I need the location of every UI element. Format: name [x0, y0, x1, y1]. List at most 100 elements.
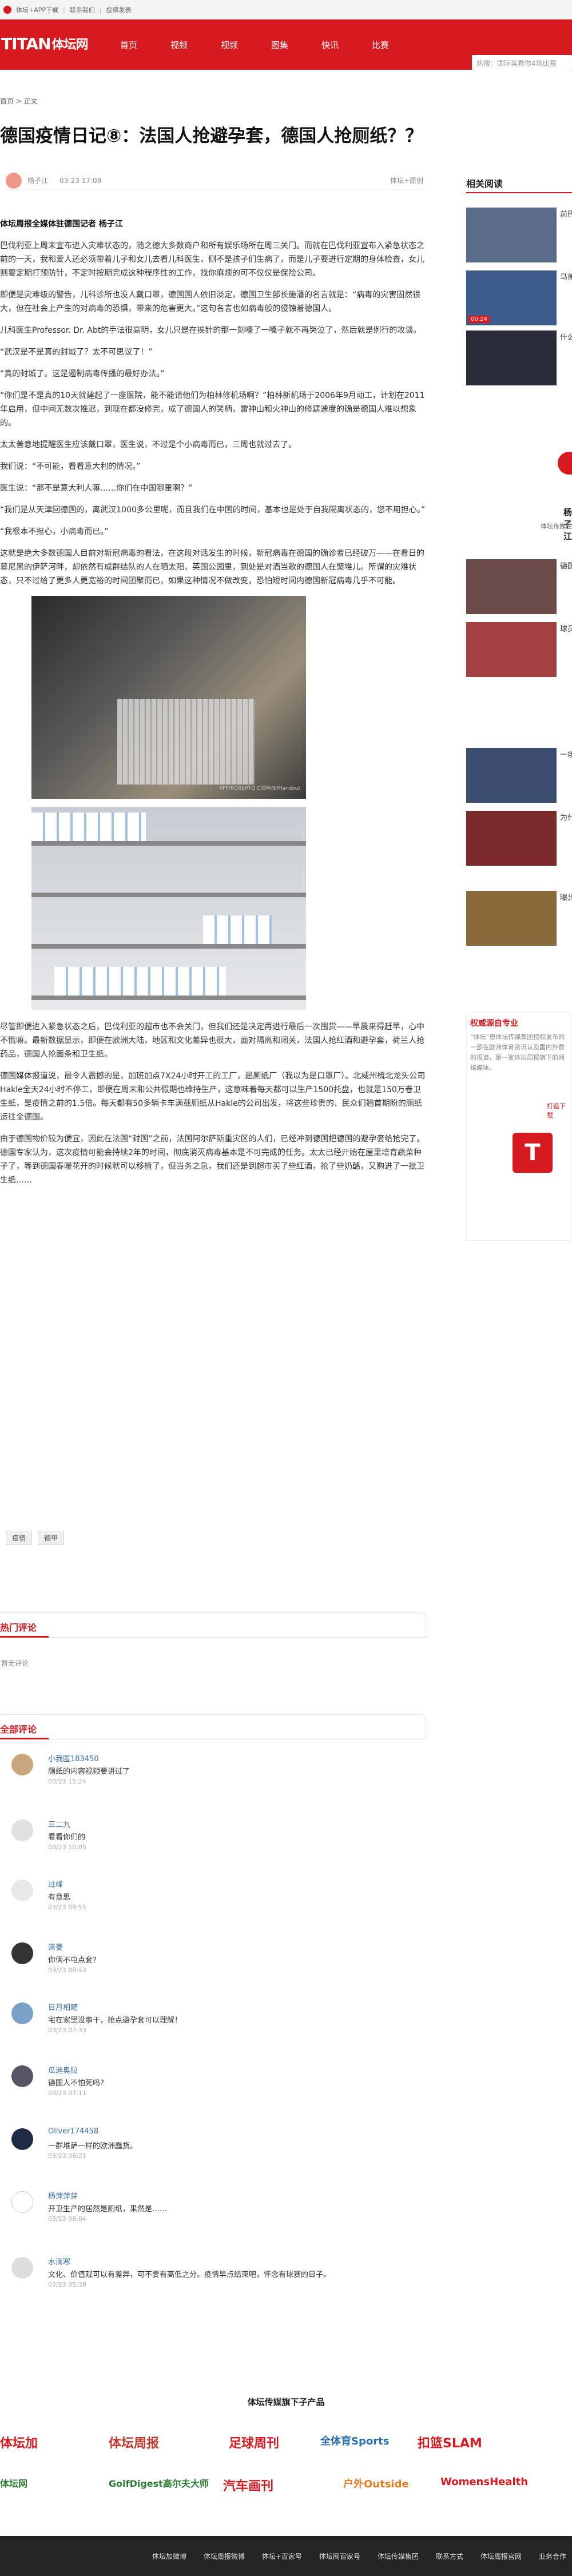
related-title: 相关阅读 — [466, 176, 572, 193]
nav-item-video2[interactable]: 视频 — [221, 39, 271, 51]
product-logo[interactable]: 足球周刊 — [229, 2433, 279, 2458]
footer-link[interactable]: 体坛+百家号 — [262, 2551, 302, 2561]
article-meta: 杨子江 03-23 17:08 体坛+原创 — [6, 172, 423, 190]
comment-user[interactable]: 小我匿183450 — [48, 1753, 99, 1763]
comment-text: 开卫生产的居然是厕纸，果然是…… — [48, 2205, 168, 2213]
comment-text: 一群堆萨一样的欧洲蠢货。 — [48, 2142, 138, 2151]
article-body: 体坛周报全媒体驻德国记者 杨子江 巴伐利亚上周末宣布进入灾难状态的，随之德大多数… — [0, 217, 426, 1195]
breadcrumb: 首页 > 正文 — [0, 97, 38, 105]
app-logo-icon — [3, 6, 11, 14]
related-item[interactable]: 曝光 — [466, 891, 572, 946]
comment-item: 清菱 你俩不屯点套？ 03/23 08:43 — [11, 1941, 423, 1977]
related-reading: 相关阅读 前巴萨 00:24马德里 什么 德国 球员 一场 为什么 曝光 — [466, 176, 572, 946]
comment-user[interactable]: 杨萍萍芽 — [48, 2190, 78, 2201]
comment-text: 宅在家里没事干，抢点避孕套可以理解！ — [48, 2016, 182, 2025]
comment-user[interactable]: 过峰 — [48, 1878, 63, 1889]
all-comments-header: 全部评论 — [0, 1714, 426, 1739]
avatar[interactable] — [11, 1754, 33, 1775]
footer-link[interactable]: 业务合作 — [539, 2551, 566, 2561]
product-logo[interactable]: 户外Outside — [343, 2476, 409, 2501]
tag-bundesliga[interactable]: 德甲 — [38, 1531, 65, 1545]
empty-shelf-photo — [31, 807, 306, 1010]
avatar[interactable] — [11, 2065, 33, 2087]
no-comments-text: 暂无评论 — [1, 1659, 29, 1667]
paragraph: 巴伐利亚上周末宣布进入灾难状态的，随之德大多数商户和所有娱乐场所在周三关门。而就… — [0, 241, 424, 278]
comment-item: 杨萍萍芽 开卫生产的居然是厕纸，果然是…… 03/23 06:04 — [11, 2190, 423, 2225]
video-duration: 00:24 — [468, 316, 490, 323]
comment-date: 03/23 07:33 — [48, 2026, 86, 2034]
main-nav: TITAN 体坛网 首页 视频 视频 图集 快讯 比赛 热搜：国际美看你4场比赛 — [0, 19, 572, 70]
related-item[interactable]: 德国 — [466, 559, 572, 614]
related-item[interactable]: 为什么 — [466, 811, 572, 866]
product-logo[interactable]: 体坛加 — [0, 2433, 38, 2458]
avatar[interactable] — [11, 1819, 33, 1841]
avatar[interactable] — [11, 1880, 33, 1901]
related-item[interactable]: 什么 — [466, 331, 572, 385]
comment-user[interactable]: 清菱 — [48, 1941, 63, 1952]
product-logo[interactable]: 体坛网 — [0, 2476, 27, 2501]
comment-user[interactable]: Oliver174458 — [48, 2127, 98, 2136]
comment-date: 03/23 10:05 — [48, 1844, 86, 1851]
comment-user[interactable]: 瓜迪奥拉 — [48, 2064, 78, 2075]
paragraph: “你们是不是真的10天就建起了一座医院，能不能请他们为柏林修机场啊？”柏林新机场… — [0, 391, 425, 428]
avatar[interactable] — [11, 2002, 33, 2024]
footer: 体坛加微博 体坛周报微博 体坛+百家号 体坛网百家号 体坛传媒集团 联系方式 体… — [0, 2536, 572, 2576]
nav-item-video[interactable]: 视频 — [170, 39, 221, 51]
product-logo[interactable]: GolfDigest高尔夫大师 — [109, 2476, 209, 2501]
comment-user[interactable]: 日月相随 — [48, 2001, 78, 2012]
author-name[interactable]: 杨子江 — [27, 176, 48, 185]
product-logo[interactable]: 汽车画刊 — [223, 2476, 273, 2501]
footer-link[interactable]: 体坛加微博 — [152, 2551, 186, 2561]
footer-link[interactable]: 体坛周报微博 — [204, 2551, 245, 2561]
comment-date: 03/23 09:55 — [48, 1904, 86, 1911]
site-logo[interactable]: TITAN 体坛网 — [1, 32, 89, 55]
comment-user[interactable]: 水滴寒 — [48, 2256, 70, 2267]
comment-text: 看看你们的 — [48, 1833, 86, 1842]
avatar[interactable] — [11, 2128, 33, 2150]
comment-text: 厕纸的内容视频要讲过了 — [48, 1767, 130, 1776]
copyright-desc: “体坛”曾体坛传媒集团授权发布的一部在欧洲体育资讯认及国内外数的报道，是一家体坛… — [470, 1033, 565, 1072]
related-item[interactable]: 00:24马德里 — [466, 270, 572, 325]
product-logo[interactable]: 全体育Sports — [320, 2433, 389, 2458]
footer-link[interactable]: 联系方式 — [436, 2551, 463, 2561]
comment-item: 水滴寒文化、价值观可以有差异，可不要有高低之分。疫情早点结束吧，怀念有球赛的日子… — [11, 2256, 423, 2291]
author-card-avatar[interactable] — [558, 452, 572, 475]
nav-item-gallery[interactable]: 图集 — [271, 39, 321, 51]
nav-item-match[interactable]: 比赛 — [372, 39, 422, 51]
product-logo[interactable]: WomensHealth — [440, 2476, 528, 2501]
avatar[interactable] — [11, 2257, 33, 2279]
comment-user[interactable]: 三二九 — [48, 1818, 70, 1829]
submit-link[interactable]: 投稿发表 — [106, 5, 131, 14]
tag-epidemic[interactable]: 疫情 — [6, 1531, 33, 1545]
nav-item-news[interactable]: 快讯 — [321, 39, 372, 51]
author-avatar[interactable] — [6, 172, 22, 189]
search-input[interactable]: 热搜：国际美看你4场比赛 — [472, 55, 572, 70]
comment-text: 文化、价值观可以有差异，可不要有高低之分。疫情早点结束吧，怀念有球赛的日子。 — [48, 2271, 331, 2279]
page-title: 德国疫情日记⑧：法国人抢避孕套，德国人抢厕纸？？ — [0, 126, 423, 146]
comment-item: Oliver174458 一群堆萨一样的欧洲蠢货。 03/23 06:21 — [11, 2127, 423, 2163]
contact-link[interactable]: 联系我们 — [70, 5, 95, 14]
paragraph: 太太善意地提醒医生应该戴口罩，医生说，不过是个小病毒而已，三周也就过去了。 — [0, 440, 296, 449]
download-link[interactable]: 打造下载 — [547, 1101, 571, 1120]
publish-date: 03-23 17:08 — [59, 176, 102, 185]
footer-link[interactable]: 体坛传媒集团 — [378, 2551, 419, 2561]
product-logo[interactable]: 扣篮SLAM — [418, 2433, 482, 2458]
footer-link[interactable]: 体坛周报官网 — [480, 2551, 522, 2561]
comment-date: 03/23 05:39 — [48, 2281, 86, 2288]
author-card: 杨子江 体坛传媒驻德国记者 — [466, 446, 572, 543]
nav-item-home[interactable]: 首页 — [120, 39, 170, 51]
avatar[interactable] — [11, 2191, 33, 2213]
related-item[interactable]: 球员 — [466, 622, 572, 677]
paragraph: 即便是灾难级的警告，儿科诊所也没人戴口罩，德国国人依旧淡定，德国卫生部长施潘的名… — [0, 290, 421, 313]
related-item[interactable]: 一场 — [466, 748, 572, 803]
related-item[interactable]: 前巴萨 — [466, 208, 572, 262]
comment-text: 有意思 — [48, 1893, 71, 1902]
avatar[interactable] — [11, 1942, 33, 1964]
footer-link[interactable]: 体坛网百家号 — [319, 2551, 360, 2561]
hot-comments-header: 热门评论 — [0, 1613, 426, 1638]
copyright-box: 权威源自专业 “体坛”曾体坛传媒集团授权发布的一部在欧洲体育资讯认及国内外数的报… — [466, 1012, 572, 1241]
comment-date: 03/23 07:11 — [48, 2089, 86, 2097]
app-download-link[interactable]: 体坛+APP下载 — [16, 5, 58, 14]
comment-item: 三二九看看你们的 03/23 10:05 — [11, 1818, 423, 1854]
product-logo[interactable]: 体坛周报 — [109, 2433, 159, 2458]
